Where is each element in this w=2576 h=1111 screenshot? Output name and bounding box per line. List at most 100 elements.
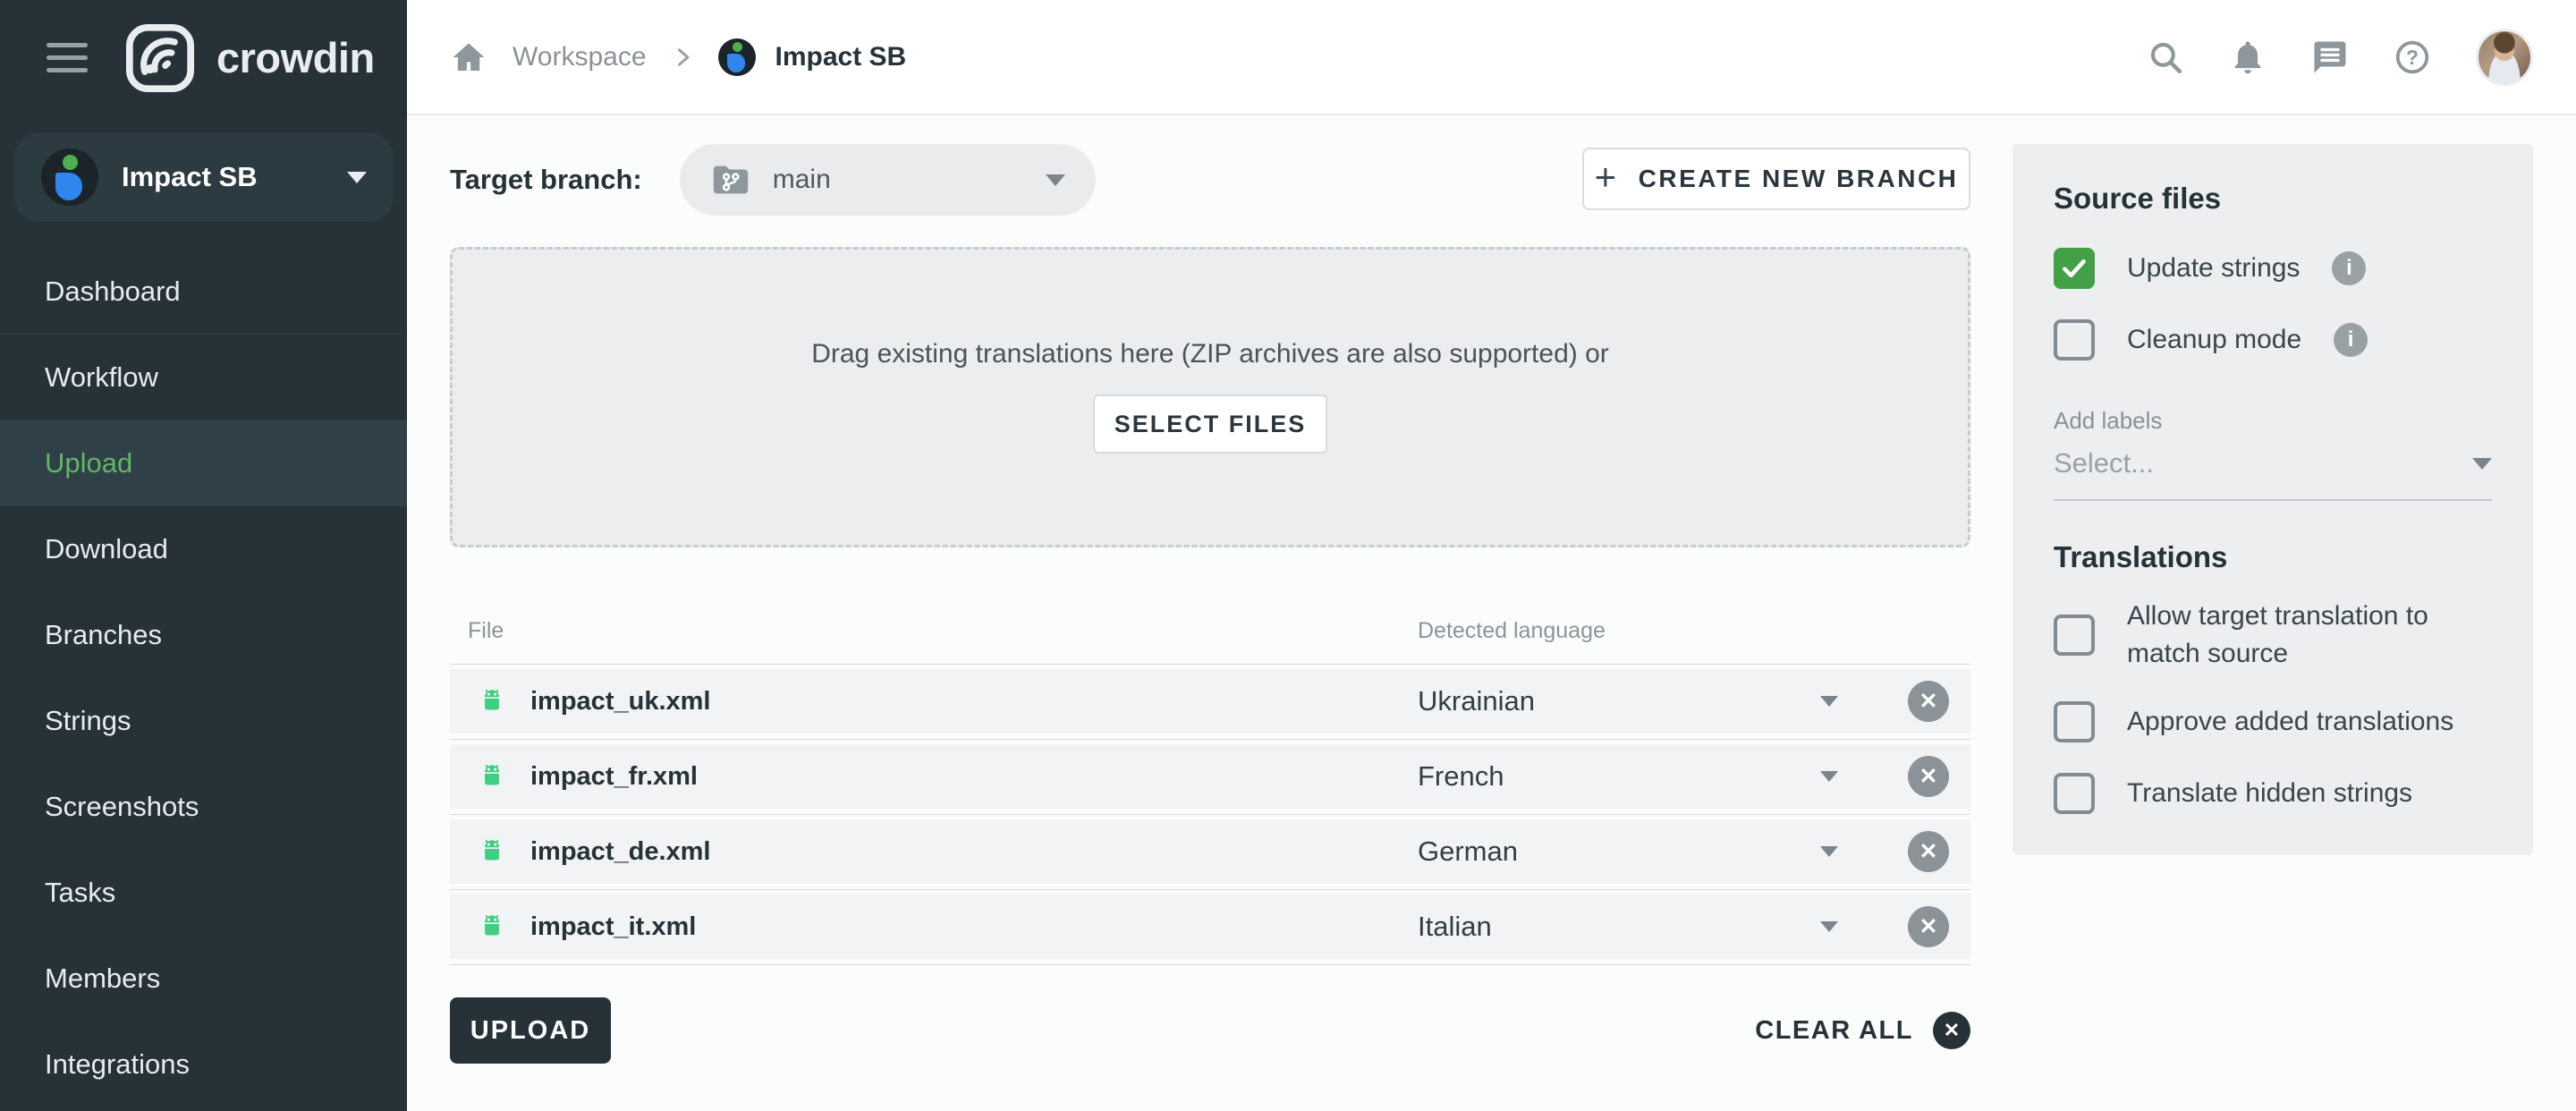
branch-select[interactable]: main	[680, 144, 1096, 216]
table-header: File Detected language	[450, 598, 1970, 664]
messages-icon[interactable]	[2311, 38, 2349, 76]
chevron-down-icon	[2472, 458, 2492, 470]
help-icon[interactable]: ?	[2394, 38, 2431, 76]
file-dropzone[interactable]: Drag existing translations here (ZIP arc…	[450, 247, 1970, 547]
project-avatar-green-dot	[733, 42, 742, 52]
create-new-branch-label: CREATE NEW BRANCH	[1639, 165, 1959, 193]
file-cell: impact_fr.xml	[450, 759, 1418, 793]
breadcrumb-workspace[interactable]: Workspace	[513, 42, 647, 72]
update-strings-checkbox[interactable]	[2054, 248, 2095, 289]
sidebar: crowdin Impact SB Dashboard Workflow Upl…	[0, 0, 407, 1111]
remove-file-button[interactable]: ✕	[1908, 681, 1949, 722]
sidebar-item-tasks[interactable]: Tasks	[0, 850, 407, 936]
crowdin-logo[interactable]: crowdin	[123, 21, 375, 95]
file-name: impact_it.xml	[530, 912, 696, 942]
add-labels-label: Add labels	[2054, 407, 2492, 435]
language-select[interactable]: German ✕	[1418, 819, 1970, 884]
chevron-down-icon	[1820, 921, 1838, 932]
file-name: impact_de.xml	[530, 837, 710, 867]
clear-all-x-icon: ✕	[1933, 1012, 1970, 1049]
search-icon[interactable]	[2147, 38, 2184, 76]
table-row: impact_it.xml Italian ✕	[450, 889, 1970, 964]
sidebar-item-integrations[interactable]: Integrations	[0, 1022, 407, 1107]
info-icon[interactable]: i	[2334, 323, 2368, 357]
cleanup-mode-checkbox[interactable]	[2054, 319, 2095, 360]
sidebar-header: crowdin	[0, 0, 407, 115]
source-files-title: Source files	[2054, 182, 2492, 216]
table-row: impact_de.xml German ✕	[450, 814, 1970, 889]
language-value: French	[1418, 760, 1504, 793]
allow-target-match-checkbox[interactable]	[2054, 615, 2095, 656]
clear-all-button[interactable]: CLEAR ALL ✕	[1755, 1012, 1970, 1049]
breadcrumb-project[interactable]: Impact SB	[775, 42, 907, 72]
language-value: Ukrainian	[1418, 685, 1535, 717]
cleanup-mode-label: Cleanup mode	[2127, 321, 2301, 359]
android-file-icon	[475, 835, 509, 869]
project-avatar-blue-drop	[55, 173, 82, 200]
upload-page: Target branch: main + CREATE NEW BRANCH …	[450, 115, 1970, 1064]
sidebar-item-branches[interactable]: Branches	[0, 592, 407, 678]
crowdin-wordmark: crowdin	[216, 33, 375, 82]
notifications-bell-icon[interactable]	[2229, 38, 2267, 76]
project-selector[interactable]: Impact SB	[14, 132, 394, 222]
target-branch-label: Target branch:	[450, 164, 642, 196]
user-avatar[interactable]	[2476, 29, 2533, 86]
sidebar-item-dashboard[interactable]: Dashboard	[0, 249, 407, 335]
language-select[interactable]: Ukrainian ✕	[1418, 669, 1970, 734]
project-avatar	[41, 148, 98, 206]
table-row: impact_uk.xml Ukrainian ✕	[450, 664, 1970, 739]
upload-button[interactable]: UPLOAD	[450, 997, 611, 1064]
create-new-branch-button[interactable]: + CREATE NEW BRANCH	[1582, 148, 1970, 210]
remove-file-button[interactable]: ✕	[1908, 756, 1949, 797]
sidebar-item-strings[interactable]: Strings	[0, 678, 407, 764]
home-icon[interactable]	[450, 38, 487, 76]
file-name: impact_fr.xml	[530, 762, 698, 792]
column-header-file: File	[468, 618, 504, 644]
translate-hidden-option: Translate hidden strings	[2054, 773, 2492, 814]
translate-hidden-label: Translate hidden strings	[2127, 775, 2412, 812]
language-value: German	[1418, 835, 1518, 868]
chevron-down-icon	[347, 172, 367, 183]
file-cell: impact_uk.xml	[450, 684, 1418, 718]
breadcrumb-project-avatar	[718, 38, 756, 76]
upload-settings-panel: Source files Update strings i Cleanup mo…	[2012, 144, 2533, 855]
branch-folder-icon	[710, 159, 751, 200]
sidebar-item-download[interactable]: Download	[0, 506, 407, 592]
labels-select-placeholder: Select...	[2054, 447, 2154, 479]
translate-hidden-checkbox[interactable]	[2054, 773, 2095, 814]
branch-toolbar: Target branch: main + CREATE NEW BRANCH	[450, 144, 1970, 216]
remove-file-button[interactable]: ✕	[1908, 831, 1949, 872]
sidebar-item-upload[interactable]: Upload	[0, 420, 407, 506]
clear-all-label: CLEAR ALL	[1755, 1016, 1913, 1046]
sidebar-item-members[interactable]: Members	[0, 936, 407, 1022]
info-icon[interactable]: i	[2332, 251, 2366, 285]
allow-target-match-label: Allow target translation to match source	[2127, 598, 2492, 673]
uploaded-files-table: File Detected language	[450, 598, 1970, 965]
file-cell: impact_it.xml	[450, 910, 1418, 944]
menu-icon[interactable]	[47, 43, 88, 72]
approve-added-option: Approve added translations	[2054, 701, 2492, 742]
approve-added-label: Approve added translations	[2127, 703, 2453, 741]
column-header-language: Detected language	[1418, 618, 1606, 644]
android-file-icon	[475, 684, 509, 718]
file-name: impact_uk.xml	[530, 687, 710, 717]
labels-select[interactable]: Select...	[2054, 447, 2492, 501]
sidebar-item-workflow[interactable]: Workflow	[0, 335, 407, 420]
chevron-down-icon	[1820, 846, 1838, 857]
sidebar-menu: Dashboard Workflow Upload Download Branc…	[0, 249, 407, 1107]
translations-title: Translations	[2054, 540, 2492, 574]
chevron-down-icon	[1046, 174, 1065, 186]
remove-file-button[interactable]: ✕	[1908, 906, 1949, 947]
plus-icon: +	[1595, 158, 1619, 196]
android-file-icon	[475, 910, 509, 944]
table-footer: UPLOAD CLEAR ALL ✕	[450, 997, 1970, 1064]
language-select[interactable]: Italian ✕	[1418, 895, 1970, 959]
allow-target-match-option: Allow target translation to match source	[2054, 598, 2492, 673]
cleanup-mode-option: Cleanup mode i	[2054, 319, 2492, 360]
chevron-right-icon	[670, 45, 695, 70]
select-files-button[interactable]: SELECT FILES	[1093, 394, 1327, 454]
app-window: crowdin Impact SB Dashboard Workflow Upl…	[0, 0, 2576, 1111]
approve-added-checkbox[interactable]	[2054, 701, 2095, 742]
language-select[interactable]: French ✕	[1418, 744, 1970, 809]
sidebar-item-screenshots[interactable]: Screenshots	[0, 764, 407, 850]
